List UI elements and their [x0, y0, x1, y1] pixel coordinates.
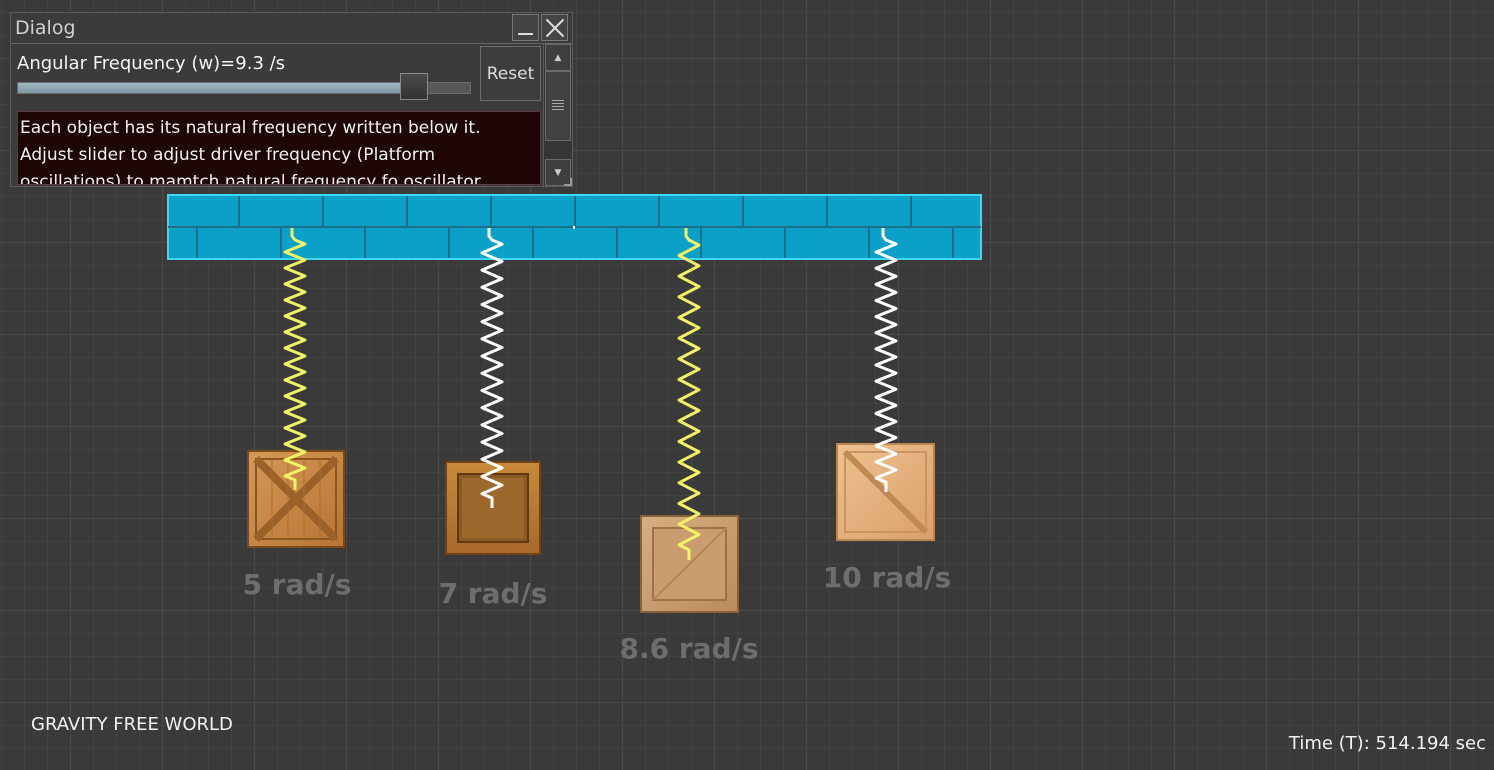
dialog-title: Dialog: [15, 17, 76, 39]
natural-frequency-label: 7 rad/s: [439, 577, 548, 610]
description-scrollbar[interactable]: ▲ ▼: [543, 44, 571, 186]
scroll-thumb[interactable]: [545, 71, 571, 141]
slider-thumb[interactable]: [400, 73, 428, 100]
scroll-up-arrow-icon[interactable]: ▲: [545, 44, 571, 71]
natural-frequency-label: 10 rad/s: [823, 561, 951, 594]
natural-frequency-label: 8.6 rad/s: [620, 632, 759, 665]
world-mode-label: GRAVITY FREE WORLD: [31, 714, 233, 735]
natural-frequency-label: 5 rad/s: [243, 568, 352, 601]
slider-fill: [18, 83, 411, 93]
description-text: Each object has its natural frequency wr…: [17, 111, 541, 185]
resize-grip-icon[interactable]: [564, 178, 572, 186]
spring-3: [677, 228, 701, 560]
angular-frequency-label: Angular Frequency (w)=9.3 /s: [17, 53, 286, 74]
control-dialog: Dialog Angular Frequency (w)=9.3 /s Rese…: [10, 12, 573, 187]
time-readout: Time (T): 514.194 sec: [1288, 733, 1486, 754]
minimize-button[interactable]: [512, 14, 539, 41]
title-separator: [11, 43, 572, 44]
reset-button[interactable]: Reset: [480, 46, 541, 101]
close-button[interactable]: [541, 14, 568, 41]
